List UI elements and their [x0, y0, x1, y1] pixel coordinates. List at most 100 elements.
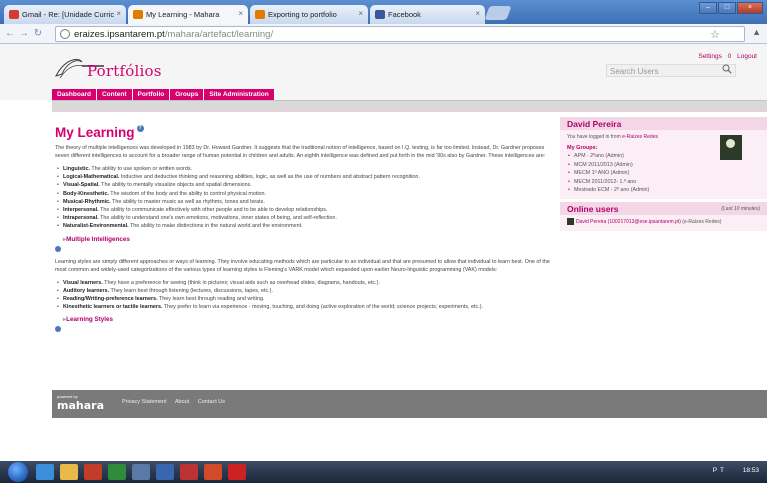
group-link[interactable]: Mestrado ECM - 2º ano (Admin): [567, 186, 760, 195]
profile-name[interactable]: David Pereira: [560, 117, 767, 130]
list-item: Visual-Spatial. The ability to mentally …: [55, 181, 550, 189]
clock[interactable]: 18:53: [743, 467, 759, 474]
browser-toolbar: ← → ↻ eraizes.ipsantarem.pt/mahara/artef…: [0, 24, 767, 44]
profile-box: You have logged in from e-Raízes Redes M…: [560, 130, 767, 199]
folder-icon[interactable]: [60, 464, 78, 480]
list-item: Reading/Writing-preference learners. The…: [55, 295, 550, 303]
app-icon[interactable]: [228, 464, 246, 480]
online-users-header: Online users (Last 10 minutes): [560, 201, 767, 215]
facebook-icon: [375, 10, 385, 19]
about-link[interactable]: About: [175, 399, 189, 405]
list-item: Logical-Mathematical. Inductive and dedu…: [55, 173, 550, 181]
word-icon[interactable]: [156, 464, 174, 480]
mahara-icon: [255, 10, 265, 19]
tab-facebook[interactable]: Facebook ×: [370, 5, 485, 24]
nav-portfolio[interactable]: Portfolio: [132, 89, 171, 100]
group-link[interactable]: APM - 2ºano (Admin): [567, 152, 760, 161]
close-icon[interactable]: ×: [116, 9, 121, 18]
online-user-item: David Pereira (100217013@ese.ipsantarem.…: [560, 214, 767, 231]
online-users-window: (Last 10 minutes): [721, 205, 760, 212]
powerpoint-icon[interactable]: [204, 464, 222, 480]
tab-label: My Learning - Mahara: [146, 10, 220, 19]
maximize-button[interactable]: □: [718, 2, 736, 14]
inbox-link[interactable]: 0: [728, 53, 732, 60]
close-icon[interactable]: ×: [358, 9, 363, 18]
language-indicator[interactable]: PT: [713, 467, 727, 474]
url-path: /mahara/artefact/learning/: [164, 29, 274, 40]
groups-list: APM - 2ºano (Admin) MCM 2011/2013 (Admin…: [567, 152, 760, 195]
browser-tab-strip: Gmail - Re: [Unidade Curric × My Learnin…: [0, 0, 767, 24]
help-icon[interactable]: ?: [136, 125, 144, 132]
contact-link[interactable]: Contact Us: [198, 399, 225, 405]
address-bar[interactable]: eraizes.ipsantarem.pt/mahara/artefact/le…: [55, 26, 745, 42]
learning-styles-list: Visual learners. They have a preference …: [55, 279, 550, 312]
tab-exporting[interactable]: Exporting to portfolio ×: [250, 5, 368, 24]
info-icon[interactable]: [55, 245, 61, 252]
privacy-link[interactable]: Privacy Statement: [122, 399, 167, 405]
tab-label: Facebook: [388, 10, 421, 19]
user-toplinks: Settings 0 Logout: [694, 53, 757, 60]
nav-groups[interactable]: Groups: [170, 89, 205, 100]
list-item: Naturalist-Environmental. The ability to…: [55, 222, 550, 230]
list-item: Kinesthetic learners or tactile learners…: [55, 303, 550, 311]
logout-link[interactable]: Logout: [737, 53, 757, 60]
system-tray: PT: [713, 467, 727, 474]
list-item: Auditory learners. They learn best throu…: [55, 287, 550, 295]
forward-button[interactable]: →: [17, 27, 31, 41]
tab-label: Exporting to portfolio: [268, 10, 337, 19]
bookmark-star-icon[interactable]: ☆: [710, 28, 720, 41]
intelligences-list: Linguistic. The ability to use spoken or…: [55, 165, 550, 231]
intelligences-intro: The theory of multiple intelligences was…: [55, 145, 546, 159]
back-button[interactable]: ←: [3, 27, 17, 41]
main-content: My Learning? The theory of multiple inte…: [55, 125, 550, 333]
online-user-source: (e-Raízes Redes): [682, 218, 722, 225]
page-title-text: My Learning: [55, 125, 135, 140]
group-link[interactable]: MECM 1º ANO (Admin): [567, 169, 760, 178]
new-tab-button[interactable]: [484, 6, 512, 20]
close-icon[interactable]: ×: [475, 9, 480, 18]
list-item: Linguistic. The ability to use spoken or…: [55, 165, 550, 173]
gmail-icon: [9, 10, 19, 19]
mahara-icon: [133, 10, 143, 19]
nav-dashboard[interactable]: Dashboard: [52, 89, 97, 100]
online-user-link[interactable]: David Pereira (100217013@ese.ipsantarem.…: [576, 219, 681, 225]
tab-gmail[interactable]: Gmail - Re: [Unidade Curric ×: [4, 5, 126, 24]
list-item: Visual learners. They have a preference …: [55, 279, 550, 287]
group-link[interactable]: MCM 2011/2013 (Admin): [567, 161, 760, 170]
search-users-input[interactable]: Search Users: [606, 64, 736, 77]
learning-styles-intro: Learning styles are simply different app…: [55, 258, 550, 273]
mahara-logo[interactable]: mahara: [57, 399, 104, 412]
globe-icon: [60, 29, 70, 39]
sidebar: David Pereira You have logged in from e-…: [560, 117, 767, 231]
main-navigation: Dashboard Content Portfolio Groups Site …: [52, 89, 275, 100]
site-logo-text[interactable]: Portfólios: [87, 62, 162, 80]
settings-link[interactable]: Settings: [698, 53, 722, 60]
close-window-button[interactable]: ×: [737, 2, 763, 14]
user-avatar: [567, 217, 574, 225]
info-icon[interactable]: [55, 326, 61, 333]
ie-icon[interactable]: [36, 464, 54, 480]
page-title: My Learning?: [55, 125, 550, 140]
minimize-button[interactable]: –: [699, 2, 717, 14]
group-link[interactable]: MECM 2011/2012- 1.º ano: [567, 178, 760, 187]
reload-button[interactable]: ↻: [31, 27, 45, 41]
start-button[interactable]: [8, 462, 28, 482]
chrome-icon[interactable]: [132, 464, 150, 480]
pdf-icon[interactable]: [180, 464, 198, 480]
page: Portfólios Settings 0 Logout Search User…: [0, 44, 767, 461]
sub-navigation-bar: [52, 100, 767, 111]
media-icon[interactable]: [84, 464, 102, 480]
tab-my-learning[interactable]: My Learning - Mahara ×: [128, 5, 248, 24]
learning-styles-expander[interactable]: Learning Styles: [55, 316, 550, 323]
search-icon[interactable]: [722, 64, 732, 74]
nav-site-administration[interactable]: Site Administration: [204, 89, 275, 100]
window-controls: – □ ×: [699, 2, 763, 14]
windows-taskbar: PT 18:53: [0, 461, 767, 483]
nav-content[interactable]: Content: [96, 89, 133, 100]
list-item: Body-Kinesthetic. The wisdom of the body…: [55, 190, 550, 198]
close-icon[interactable]: ×: [238, 9, 243, 18]
url-host: eraizes.ipsantarem.pt: [74, 29, 165, 40]
multiple-intelligences-expander[interactable]: Multiple Intelligences: [55, 236, 550, 243]
app-icon[interactable]: [108, 464, 126, 480]
wrench-menu-icon[interactable]: ▲: [752, 27, 761, 37]
